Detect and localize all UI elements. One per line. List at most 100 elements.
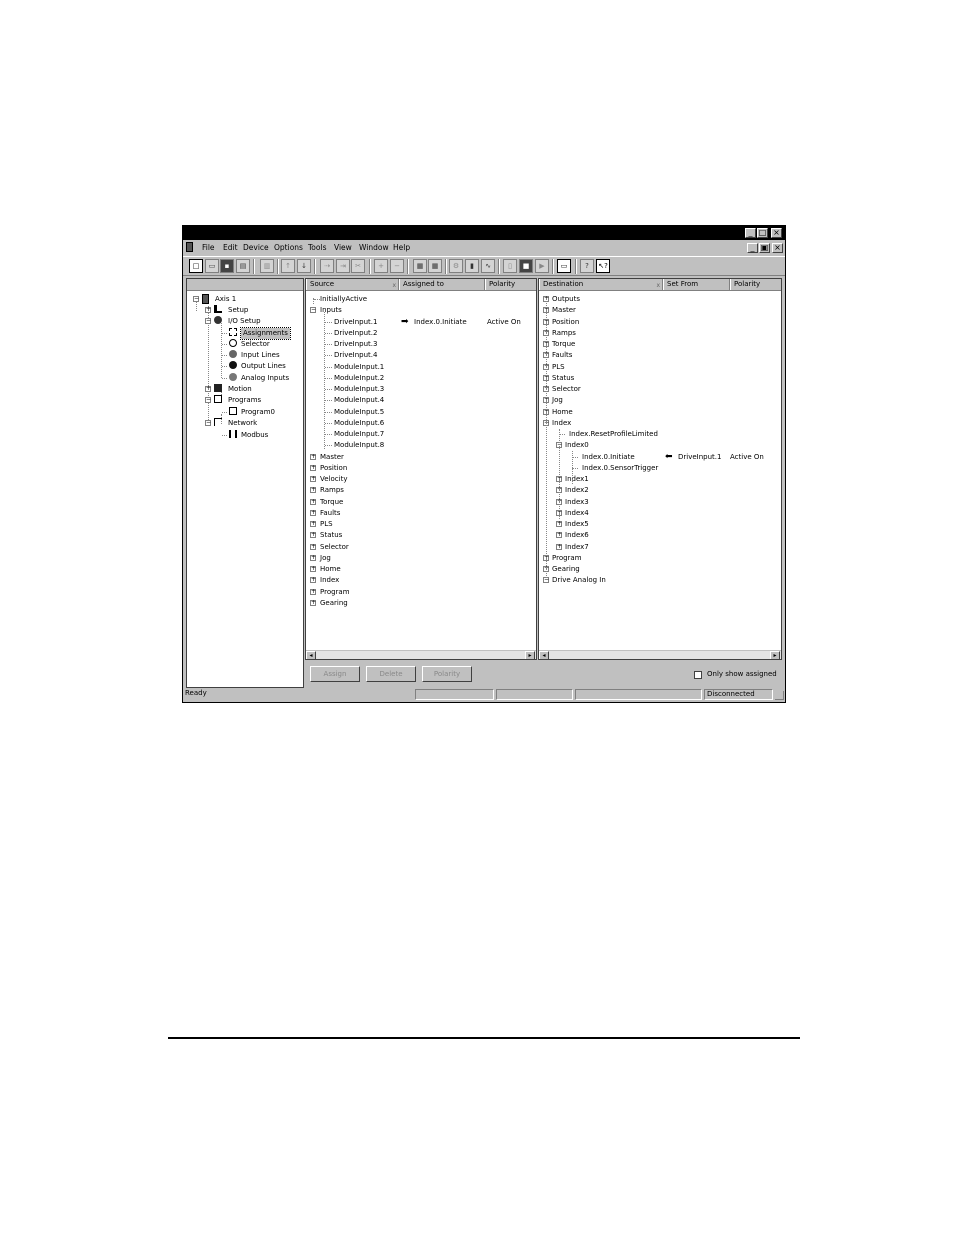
destination-row-label[interactable]: Index3 (565, 497, 589, 508)
step-icon[interactable]: ▶ (535, 259, 549, 273)
resize-grip-icon[interactable] (775, 691, 784, 700)
destination-row-label[interactable]: Ramps (552, 328, 576, 339)
tree-item-modbus[interactable]: Modbus (241, 430, 268, 441)
column-assigned-to[interactable]: Assigned to (399, 279, 485, 290)
properties-icon[interactable]: ▥ (260, 259, 274, 273)
destination-row-label[interactable]: Gearing (552, 564, 580, 575)
source-row-label[interactable]: DriveInput.2 (334, 328, 377, 339)
remove-row-icon[interactable]: − (390, 259, 404, 273)
expand-icon[interactable]: + (310, 532, 316, 539)
expand-icon[interactable]: + (310, 577, 316, 584)
expand-icon[interactable]: + (310, 588, 316, 595)
scroll-left-icon[interactable]: ◂ (539, 651, 549, 659)
doc-close-button[interactable]: × (772, 243, 783, 253)
source-row-label[interactable]: Master (320, 452, 344, 463)
source-horizontal-scrollbar[interactable]: ◂ ▸ (306, 650, 536, 659)
collapse-icon[interactable]: − (205, 318, 211, 324)
tree-item-input-lines[interactable]: Input Lines (241, 350, 280, 361)
open-folder-icon[interactable]: ▭ (205, 259, 219, 273)
source-row-label[interactable]: ModuleInput.3 (334, 384, 384, 395)
menu-window[interactable]: Window (359, 243, 389, 252)
maximize-button[interactable]: □ (757, 228, 768, 238)
expand-icon[interactable]: + (310, 554, 316, 561)
polarity-button[interactable]: Polarity (422, 666, 472, 682)
stop-icon[interactable]: ■ (519, 259, 533, 273)
destination-row-label[interactable]: Drive Analog In (552, 575, 606, 586)
menu-edit[interactable]: Edit (223, 243, 238, 252)
view-a-icon[interactable]: ▦ (413, 259, 427, 273)
scroll-right-icon[interactable]: ▸ (525, 651, 535, 659)
tree-item-network[interactable]: Network (228, 418, 257, 429)
checkbox[interactable] (694, 671, 702, 679)
view-b-icon[interactable]: ▦ (428, 259, 442, 273)
column-destination[interactable]: Destination x (539, 279, 663, 290)
menu-tools[interactable]: Tools (308, 243, 326, 252)
monitor-icon[interactable]: ▮ (465, 259, 479, 273)
source-row-label[interactable]: ModuleInput.8 (334, 440, 384, 451)
scroll-left-icon[interactable]: ◂ (306, 651, 316, 659)
destination-row-label[interactable]: Index5 (565, 519, 589, 530)
run-icon[interactable]: ▯ (503, 259, 517, 273)
expand-icon[interactable]: + (310, 521, 316, 527)
destination-row-label[interactable]: Status (552, 373, 574, 384)
destination-row-label[interactable]: Index2 (565, 485, 589, 496)
expand-icon[interactable]: + (310, 543, 316, 550)
source-row-label[interactable]: ModuleInput.1 (334, 362, 384, 373)
expand-icon[interactable]: + (310, 509, 316, 516)
destination-horizontal-scrollbar[interactable]: ◂ ▸ (539, 650, 781, 659)
column-polarity[interactable]: Polarity (730, 279, 781, 290)
expand-icon[interactable]: + (205, 307, 211, 313)
source-row-label[interactable]: Index (320, 575, 339, 586)
destination-row-label[interactable]: Index6 (565, 530, 589, 541)
tree-item-programs[interactable]: Programs (228, 395, 261, 406)
source-row-label[interactable]: Home (320, 564, 341, 575)
expand-icon[interactable]: + (556, 532, 562, 539)
expand-icon[interactable]: + (310, 464, 316, 471)
destination-row-label[interactable]: Selector (552, 384, 581, 395)
destination-row-label[interactable]: Index1 (565, 474, 589, 485)
expand-icon[interactable]: + (310, 599, 316, 606)
minimize-button[interactable]: _ (745, 228, 756, 238)
tree-item-io-setup[interactable]: I/O Setup (228, 316, 261, 327)
merge-icon[interactable]: ⇥ (336, 259, 350, 273)
source-row-label[interactable]: Program (320, 587, 350, 598)
source-row-label[interactable]: Velocity (320, 474, 347, 485)
source-row-label[interactable]: DriveInput.1 (334, 317, 377, 328)
wrench-icon[interactable]: ⚙ (449, 259, 463, 273)
source-row-label[interactable]: DriveInput.4 (334, 350, 377, 361)
doc-restore-button[interactable]: ▣ (759, 243, 770, 253)
source-row-label[interactable]: Selector (320, 542, 349, 553)
source-row-label[interactable]: InitiallyActive (320, 294, 367, 305)
new-file-icon[interactable]: □ (189, 259, 203, 273)
save-icon[interactable]: ▪ (220, 259, 234, 273)
source-row-label[interactable]: Position (320, 463, 347, 474)
compare-icon[interactable]: ⇢ (320, 259, 334, 273)
destination-row-label[interactable]: Torque (552, 339, 575, 350)
destination-row-label[interactable]: Index7 (565, 542, 589, 553)
menu-help[interactable]: Help (393, 243, 410, 252)
menu-file[interactable]: File (202, 243, 215, 252)
source-row-label[interactable]: Torque (320, 497, 343, 508)
menu-device[interactable]: Device (243, 243, 269, 252)
scroll-right-icon[interactable]: ▸ (770, 651, 780, 659)
close-button[interactable]: × (771, 228, 782, 238)
destination-row-label[interactable]: PLS (552, 362, 565, 373)
destination-row-label[interactable]: Outputs (552, 294, 580, 305)
expand-icon[interactable]: + (310, 476, 316, 482)
destination-row-label[interactable]: Index.ResetProfileLimited (569, 429, 658, 440)
tree-item-output-lines[interactable]: Output Lines (241, 361, 286, 372)
tree-item-axis[interactable]: Axis 1 (215, 294, 236, 305)
column-source[interactable]: Source x (306, 279, 399, 290)
destination-row-label[interactable]: Index (552, 418, 571, 429)
expand-icon[interactable]: + (310, 487, 316, 494)
collapse-icon[interactable]: − (543, 577, 549, 584)
expand-icon[interactable]: + (205, 386, 211, 392)
tree-item-selector[interactable]: Selector (241, 339, 270, 350)
expand-icon[interactable]: + (310, 566, 316, 572)
tree-item-motion[interactable]: Motion (228, 384, 252, 395)
source-row-label[interactable]: ModuleInput.6 (334, 418, 384, 429)
destination-row-label[interactable]: Home (552, 407, 573, 418)
expand-icon[interactable]: + (556, 521, 562, 527)
collapse-icon[interactable]: − (193, 296, 199, 302)
tree-item-setup[interactable]: Setup (228, 305, 248, 316)
